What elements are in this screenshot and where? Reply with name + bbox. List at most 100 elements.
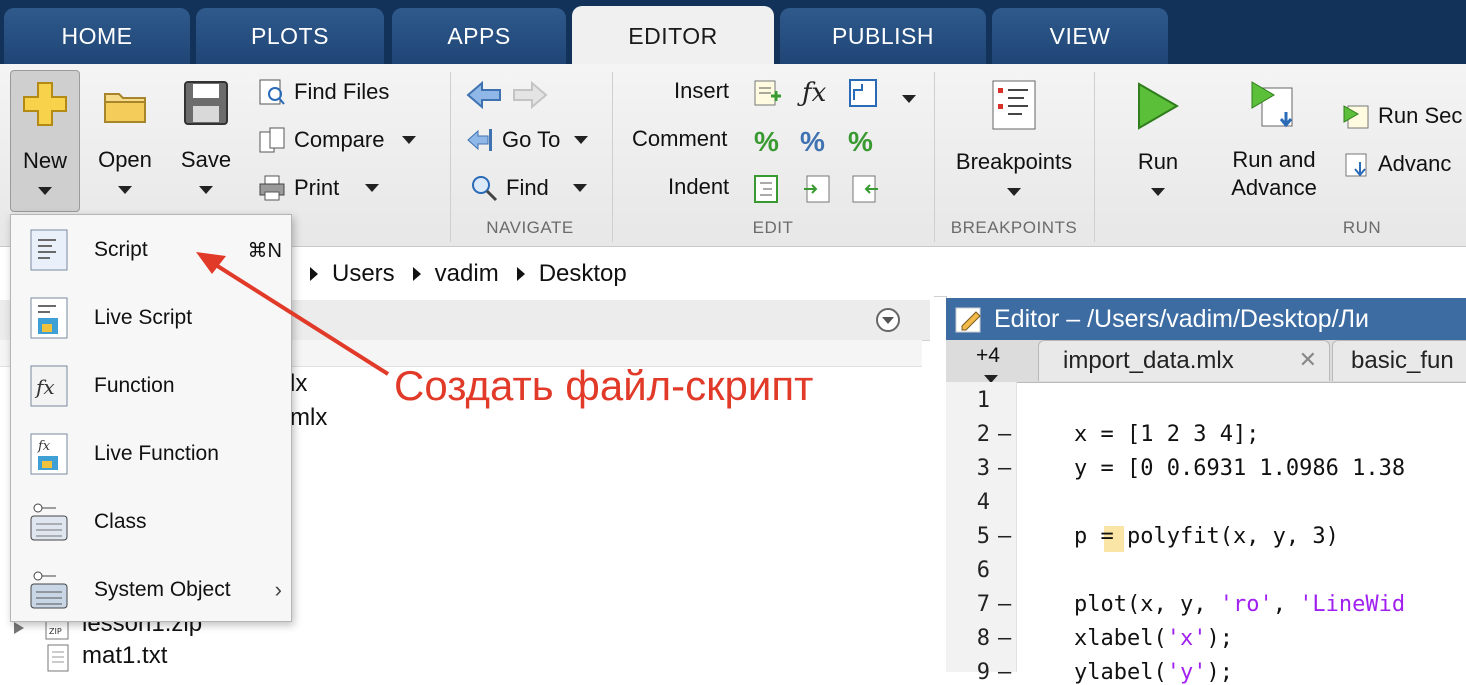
tab-editor[interactable]: EDITOR [572,6,774,66]
insert-function-button[interactable]: ƒx [802,78,826,108]
menu-item-label: Live Function [94,442,219,465]
compare-button[interactable]: Compare [258,126,417,154]
code-line[interactable]: xlabel('x'); [1074,626,1233,651]
printer-icon [259,175,285,201]
run-button[interactable]: Run [1122,74,1194,214]
breakpoints-label: Breakpoints [955,149,1073,174]
menu-item-system-object[interactable]: System Object › [10,556,290,624]
breakpoint-marker[interactable]: – [998,456,1011,481]
code-text: plot(x, y, [1074,592,1220,617]
menu-item-label: System Object [94,578,231,601]
breakpoint-marker[interactable]: – [998,592,1011,617]
breadcrumb-vadim[interactable]: vadim [435,260,499,288]
go-to-label: Go To [502,127,561,152]
find-files-button[interactable]: Find Files [258,78,389,106]
code-text: ); [1206,660,1233,685]
svg-text:ZIP: ZIP [49,627,62,636]
increase-indent-button[interactable] [802,174,832,209]
editor-tab-import-data[interactable]: import_data.mlx ✕ [1038,340,1330,381]
find-files-icon [259,79,285,105]
compare-label: Compare [294,127,385,152]
live-function-icon: fx [30,433,68,475]
arrow-left-icon [466,80,501,110]
edit-group-label: EDIT [752,218,794,237]
go-to-button[interactable]: Go To [466,126,589,154]
insert-section-button[interactable] [752,78,782,113]
decrease-indent-button[interactable] [850,174,880,209]
tab-apps[interactable]: APPS [392,8,566,64]
system-object-icon [30,571,68,609]
toolstrip-tabbar: HOME PLOTS APPS EDITOR PUBLISH VIEW [0,0,1466,66]
insert-section-icon [754,80,781,106]
menu-item-class[interactable]: Class [10,488,290,556]
find-files-label: Find Files [294,79,390,104]
code-line[interactable]: x = [1 2 3 4]; [1074,422,1259,447]
run-and-advance-button[interactable]: Run and Advance [1222,74,1326,214]
menu-item-label: Script [94,238,148,261]
breakpoint-marker[interactable]: – [998,524,1011,549]
new-button[interactable]: New [10,70,80,212]
smart-indent-button[interactable] [752,174,782,209]
code-line[interactable]: p = polyfit(x, y, 3) [1074,524,1339,549]
breadcrumb-desktop[interactable]: Desktop [539,260,627,288]
chevron-down-icon [365,184,380,192]
chevron-down-icon [1151,188,1165,196]
tab-view[interactable]: VIEW [992,8,1168,64]
advance-button[interactable]: Advanc [1342,150,1451,178]
breakpoint-marker[interactable]: – [998,626,1011,651]
tab-home[interactable]: HOME [4,8,190,64]
chevron-down-icon [902,95,916,103]
back-button[interactable] [466,80,502,115]
tab-plots[interactable]: PLOTS [196,8,384,64]
insert-other-button[interactable] [848,78,880,113]
run-section-label: Run Sec [1378,103,1463,128]
breakpoint-marker[interactable]: – [998,660,1011,685]
panel-options-icon[interactable] [874,306,902,334]
code-line[interactable]: y = [0 0.6931 1.0986 1.38 [1074,456,1405,481]
breakpoints-group-label: BREAKPOINTS [950,218,1078,237]
editor-tab-label: basic_fun [1351,347,1454,374]
editor-pencil-icon [955,307,981,333]
folder-icon [104,93,146,123]
wrap-comments-button[interactable]: % [848,126,873,158]
menu-item-label: Live Script [94,306,193,329]
file-mat1-txt[interactable]: mat1.txt [82,642,167,670]
open-button[interactable]: Open [90,70,160,210]
tab-publish[interactable]: PUBLISH [780,8,986,64]
forward-button[interactable] [512,80,548,115]
breakpoint-marker[interactable]: – [998,422,1011,447]
editor-title: Editor – /Users/vadim/Desktop/Ли [994,304,1369,333]
code-line[interactable]: ylabel('y'); [1074,660,1233,685]
run-section-button[interactable]: Run Sec [1342,102,1462,130]
run-section-icon [1343,105,1369,129]
wrap-comments-icon: % [848,126,873,157]
script-icon [30,229,68,271]
print-button[interactable]: Print [258,174,380,202]
svg-text:fx: fx [34,375,55,399]
close-icon[interactable]: ✕ [1299,347,1317,373]
ribbon-separator [612,72,613,242]
file-name-partial[interactable]: mlx [290,404,327,432]
breakpoints-button[interactable]: Breakpoints [944,74,1084,214]
code-text: xlabel( [1074,626,1167,651]
menu-item-live-function[interactable]: fx Live Function [10,420,290,488]
editor-tab-basic-fun[interactable]: basic_fun [1332,340,1466,381]
advance-label: Advanc [1378,151,1452,176]
breadcrumb-separator-icon [412,267,421,281]
save-button[interactable]: Save [172,70,240,210]
increase-indent-icon [804,175,830,203]
code-line[interactable]: plot(x, y, 'ro', 'LineWid [1074,592,1405,617]
menu-item-label: Function [94,374,175,397]
comment-label: Comment [632,126,728,151]
line-number: 4 [976,490,990,515]
uncomment-button[interactable]: % [800,126,825,158]
run-advance-label-1: Run and [1232,147,1316,172]
insert-label: Insert [674,78,730,103]
comment-button[interactable]: % [754,126,779,158]
run-advance-label-2: Advance [1231,175,1317,200]
insert-more-button[interactable] [902,90,916,108]
comment-icon: % [754,126,779,157]
find-button[interactable]: Find [470,174,587,202]
current-folder-breadcrumb[interactable]: Users vadim Desktop [292,252,1466,297]
more-tabs-indicator[interactable]: +4 [976,344,1000,368]
